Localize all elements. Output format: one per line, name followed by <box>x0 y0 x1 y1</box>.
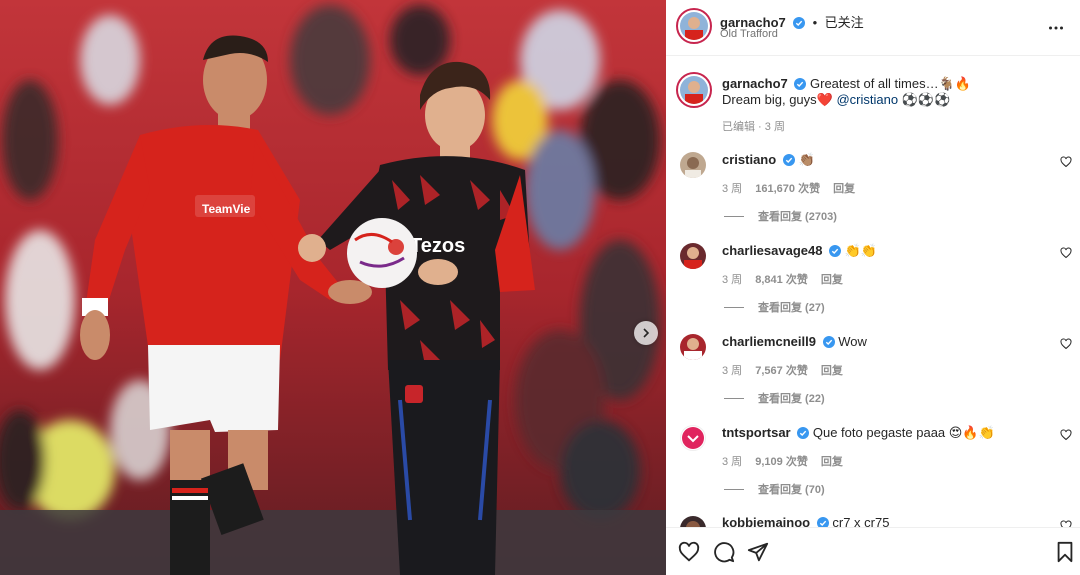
caption-text-line2: Dream big, guys❤️ <box>722 92 837 107</box>
comment-like-heart-icon[interactable] <box>1060 338 1072 350</box>
comment-icon[interactable] <box>713 541 735 563</box>
comment-like-heart-icon[interactable] <box>1060 429 1072 441</box>
comment-age: 3 周 <box>722 274 743 286</box>
author-avatar[interactable] <box>676 8 712 44</box>
post-location[interactable]: Old Trafford <box>720 28 778 40</box>
jersey-sponsor-text: Tezos <box>410 235 465 257</box>
post-header: garnacho7 • 已关注 Old Trafford <box>666 0 1080 56</box>
verified-icon <box>822 336 835 348</box>
commenter-avatar[interactable] <box>680 334 706 360</box>
save-icon[interactable] <box>1054 541 1076 563</box>
commenter-username[interactable]: charliesavage48 <box>722 243 822 258</box>
post-photo-image: TeamVie Tezos <box>0 0 666 575</box>
replies-divider <box>724 397 744 399</box>
share-icon[interactable] <box>747 541 769 563</box>
verified-icon <box>793 17 806 29</box>
commenter-avatar[interactable] <box>680 152 706 178</box>
more-options-icon[interactable] <box>1048 20 1064 36</box>
post-action-bar <box>666 527 1080 575</box>
comment-age: 3 周 <box>722 456 743 468</box>
shirt-sponsor-text: TeamVie <box>202 202 251 216</box>
comment-text: 👏🏽 <box>798 152 815 167</box>
comment-likes[interactable]: 8,841 次赞 <box>755 274 808 286</box>
post-sidebar: garnacho7 • 已关注 Old Trafford garnacho7 G… <box>666 0 1080 575</box>
view-replies-label: 查看回复 (27) <box>758 302 825 314</box>
post-photo: TeamVie Tezos <box>0 0 666 575</box>
view-replies-label: 查看回复 (2703) <box>758 211 837 223</box>
view-replies-button[interactable]: 查看回复 (70) <box>724 481 825 497</box>
comment-like-heart-icon[interactable] <box>1060 247 1072 259</box>
replies-divider <box>724 306 744 308</box>
comment-likes[interactable]: 9,109 次赞 <box>755 456 808 468</box>
comment-age: 3 周 <box>722 365 743 377</box>
verified-icon <box>794 78 807 90</box>
caption-edited-meta: 已编辑 · 3 周 <box>722 121 785 133</box>
comment-likes[interactable]: 7,567 次赞 <box>755 365 808 377</box>
next-photo-button[interactable] <box>634 321 658 345</box>
follow-status-button[interactable]: 已关注 <box>825 15 864 30</box>
commenter-avatar[interactable] <box>680 243 706 269</box>
comment-item: charliesavage48 👏👏 3 周 8,841 次赞 回复 查看回复 … <box>666 243 1080 333</box>
comment-text: Wow <box>838 334 867 349</box>
comment-item: tntsportsar Que foto pegaste paaa 😍🔥👏 3 … <box>666 425 1080 515</box>
comment-item: charliemcneill9 Wow 3 周 7,567 次赞 回复 查看回复… <box>666 334 1080 424</box>
caption-text-line1: Greatest of all times…🐐🔥 <box>810 76 971 91</box>
view-replies-button[interactable]: 查看回复 (22) <box>724 390 825 406</box>
comment-likes[interactable]: 161,670 次赞 <box>755 183 820 195</box>
comment-item: cristiano 👏🏽 3 周 161,670 次赞 回复 查看回复 (270… <box>666 152 1080 242</box>
caption-author-avatar[interactable] <box>676 72 712 108</box>
view-replies-button[interactable]: 查看回复 (27) <box>724 299 825 315</box>
reply-button[interactable]: 回复 <box>821 365 843 377</box>
reply-button[interactable]: 回复 <box>821 274 843 286</box>
verified-icon <box>797 427 810 439</box>
comment-text: 👏👏 <box>844 243 878 258</box>
header-separator: • <box>812 15 818 30</box>
post-caption: garnacho7 Greatest of all times…🐐🔥 Dream… <box>666 70 1080 136</box>
commenter-avatar[interactable] <box>680 425 706 451</box>
comment-age: 3 周 <box>722 183 743 195</box>
commenter-username[interactable]: tntsportsar <box>722 425 791 440</box>
caption-mention-link[interactable]: @cristiano <box>836 92 898 107</box>
view-replies-label: 查看回复 (70) <box>758 484 825 496</box>
replies-divider <box>724 215 744 217</box>
verified-icon <box>782 154 795 166</box>
heart-icon[interactable] <box>678 541 700 563</box>
chevron-right-icon <box>643 328 650 338</box>
commenter-username[interactable]: charliemcneill9 <box>722 334 816 349</box>
replies-divider <box>724 488 744 490</box>
view-replies-button[interactable]: 查看回复 (2703) <box>724 208 837 224</box>
reply-button[interactable]: 回复 <box>821 456 843 468</box>
view-replies-label: 查看回复 (22) <box>758 393 825 405</box>
reply-button[interactable]: 回复 <box>833 183 855 195</box>
commenter-username[interactable]: cristiano <box>722 152 776 167</box>
comment-like-heart-icon[interactable] <box>1060 156 1072 168</box>
comment-text: Que foto pegaste paaa 😍🔥👏 <box>812 425 995 440</box>
caption-username[interactable]: garnacho7 <box>722 76 788 91</box>
caption-text-line2-end: ⚽️⚽️⚽️ <box>898 92 951 107</box>
verified-icon <box>829 245 842 257</box>
